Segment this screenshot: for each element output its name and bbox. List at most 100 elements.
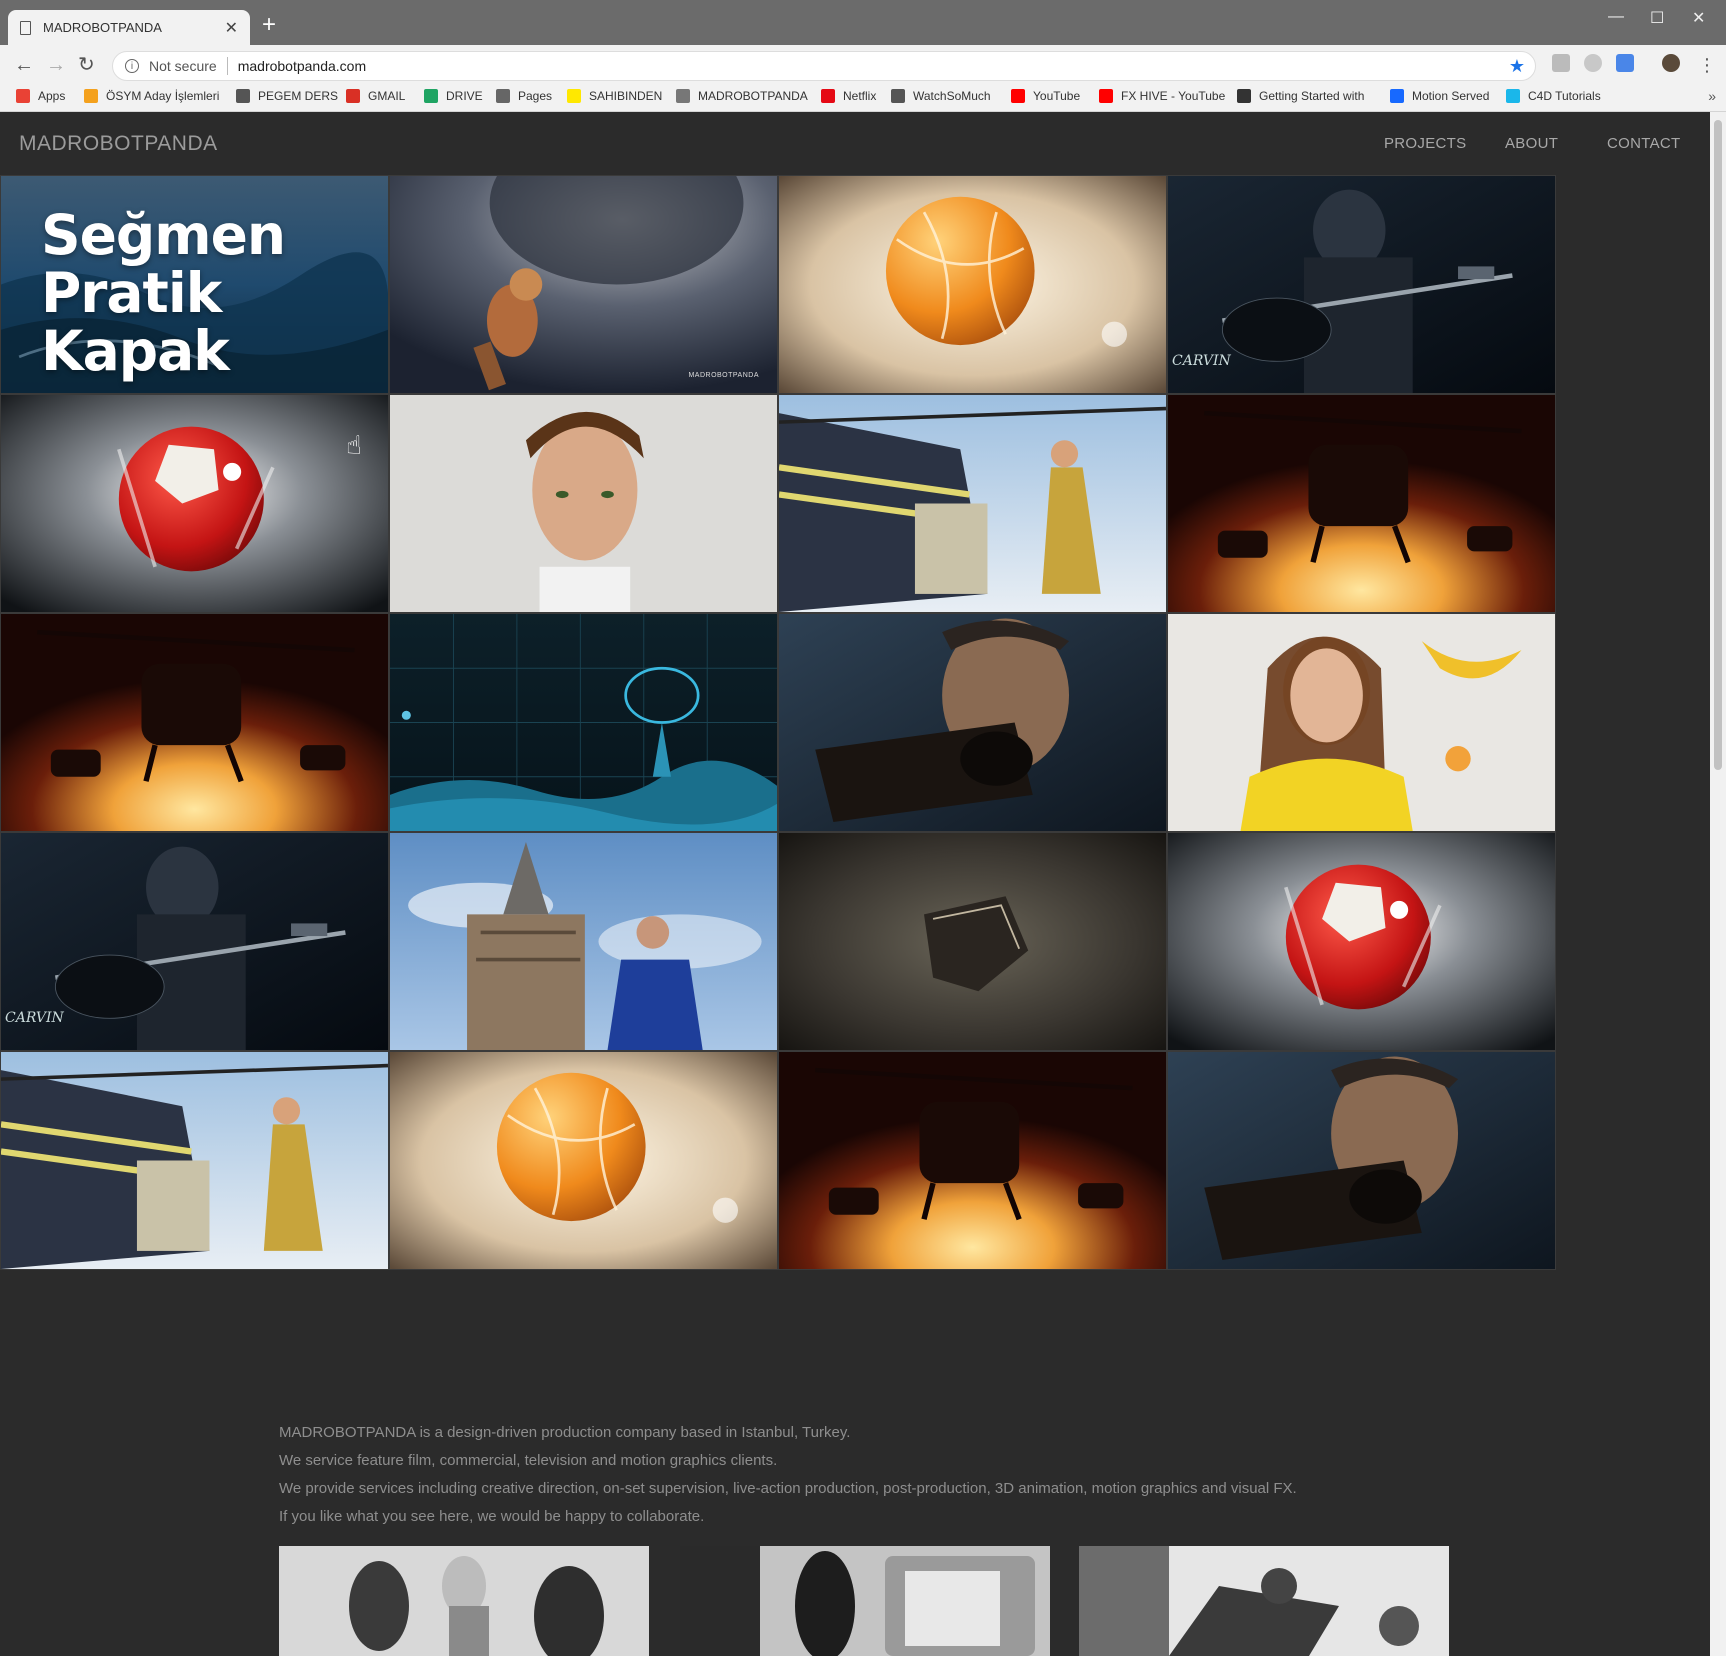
team-photo (680, 1546, 1050, 1656)
drive-icon (424, 89, 438, 103)
page-scrollbar[interactable] (1710, 112, 1726, 1656)
reload-icon[interactable]: ↻ (78, 53, 95, 77)
bookmark-label: Pages (518, 89, 553, 103)
bookmark-item[interactable]: FX HIVE - YouTube (1099, 89, 1225, 103)
bookmark-label: GMAIL (368, 89, 406, 103)
address-bar[interactable]: i Not secure madrobotpanda.com ★ (112, 51, 1536, 81)
address-separator (226, 57, 228, 75)
bookmark-item[interactable]: Getting Started with (1237, 89, 1364, 103)
about-line: MADROBOTPANDA is a design-driven product… (279, 1424, 851, 1441)
minimize-button[interactable]: — (1608, 8, 1624, 26)
bookmark-item[interactable]: Apps (16, 89, 65, 103)
project-tile[interactable]: CARVIN (1167, 175, 1556, 394)
project-thumbnail (779, 833, 1166, 1050)
nav-about[interactable]: ABOUT (1505, 135, 1558, 152)
project-tile[interactable] (389, 613, 778, 832)
about-line: If you like what you see here, we would … (279, 1508, 705, 1525)
project-tile[interactable] (0, 613, 389, 832)
maximize-button[interactable]: ☐ (1650, 8, 1664, 28)
about-line: We provide services including creative d… (279, 1480, 1297, 1497)
nav-projects[interactable]: PROJECTS (1384, 135, 1466, 152)
behance-icon (1390, 89, 1404, 103)
url-text[interactable]: madrobotpanda.com (238, 58, 1509, 74)
extension-icon[interactable] (1552, 54, 1570, 72)
bookmark-label: Getting Started with (1259, 89, 1365, 103)
browser-toolbar: ← → ↻ i Not secure madrobotpanda.com ★ ⋮ (0, 45, 1726, 85)
bookmark-item[interactable]: MADROBOTPANDA (676, 89, 808, 103)
menu-dots-icon[interactable]: ⋮ (1698, 53, 1716, 77)
bookmarks-overflow-icon[interactable]: » (1708, 88, 1716, 104)
bookmark-label: PEGEM DERS (258, 89, 339, 103)
watchsomuch-icon (891, 89, 905, 103)
cloud-icon[interactable] (1584, 54, 1602, 72)
c-icon (1237, 89, 1251, 103)
browser-title-bar: MADROBOTPANDA ✕ + — ☐ ✕ (0, 0, 1726, 45)
project-tile[interactable] (389, 394, 778, 613)
guitar-brand-text: CARVIN (1172, 353, 1231, 369)
bookmark-item[interactable]: WatchSoMuch (891, 89, 991, 103)
project-thumbnail (390, 833, 777, 1050)
project-tile[interactable] (0, 394, 389, 613)
project-tile[interactable] (778, 832, 1167, 1051)
project-thumbnail (1168, 1052, 1555, 1269)
bookmark-star-icon[interactable]: ★ (1509, 56, 1525, 77)
project-thumbnail (390, 614, 777, 831)
avatar[interactable] (1662, 54, 1680, 72)
project-tile[interactable] (1167, 1051, 1556, 1270)
bookmark-item[interactable]: SAHIBINDEN (567, 89, 662, 103)
bookmark-item[interactable]: YouTube (1011, 89, 1080, 103)
apps-grid-icon (16, 89, 30, 103)
sahibinden-icon (567, 89, 581, 103)
about-text: MADROBOTPANDA is a design-driven product… (279, 1423, 1479, 1535)
scrollbar-thumb[interactable] (1714, 120, 1722, 770)
apple-icon (496, 89, 510, 103)
project-tile[interactable]: Seğmen Pratik Kapak (0, 175, 389, 394)
bookmark-label: YouTube (1033, 89, 1081, 103)
info-icon[interactable]: i (125, 59, 139, 73)
project-tile[interactable] (778, 175, 1167, 394)
project-thumbnail (779, 614, 1166, 831)
bookmark-label: Netflix (843, 89, 877, 103)
forward-arrow-icon[interactable]: → (46, 53, 66, 77)
project-tile[interactable] (778, 394, 1167, 613)
project-tile[interactable] (1167, 832, 1556, 1051)
bookmark-item[interactable]: PEGEM DERS (236, 89, 338, 103)
site-logo[interactable]: MADROBOTPANDA (19, 132, 218, 156)
translate-icon[interactable] (1616, 54, 1634, 72)
back-arrow-icon[interactable]: ← (14, 53, 34, 77)
youtube-icon (1099, 89, 1113, 103)
about-line: We service feature film, commercial, tel… (279, 1452, 778, 1469)
bookmark-item[interactable]: Motion Served (1390, 89, 1489, 103)
project-tile[interactable] (0, 1051, 389, 1270)
tab-title: MADROBOTPANDA (43, 20, 162, 35)
bookmark-item[interactable]: DRIVE (424, 89, 483, 103)
bookmark-item[interactable]: Netflix (821, 89, 876, 103)
project-tile[interactable] (389, 832, 778, 1051)
new-tab-button[interactable]: + (262, 13, 276, 37)
bookmark-item[interactable]: GMAIL (346, 89, 405, 103)
page-icon (676, 89, 690, 103)
project-tile[interactable] (1167, 394, 1556, 613)
project-tile[interactable] (1167, 613, 1556, 832)
bookmark-item[interactable]: C4D Tutorials (1506, 89, 1601, 103)
tab-close-icon[interactable]: ✕ (225, 18, 238, 38)
close-window-button[interactable]: ✕ (1692, 8, 1705, 28)
tile-title-line: Pratik (41, 261, 222, 325)
project-thumbnail (1, 1052, 388, 1269)
bookmark-item[interactable]: ÖSYM Aday İşlemleri (84, 89, 219, 103)
bookmark-item[interactable]: Pages (496, 89, 552, 103)
project-tile[interactable] (389, 1051, 778, 1270)
bookmarks-bar: C4D Tutorials Motion Served Getting Starte… (0, 85, 1726, 112)
guitar-brand-text: CARVIN (5, 1010, 64, 1026)
project-tile[interactable] (778, 1051, 1167, 1270)
browser-tab[interactable]: MADROBOTPANDA ✕ (8, 10, 250, 45)
nav-contact[interactable]: CONTACT (1607, 135, 1680, 152)
page-icon (20, 20, 31, 35)
project-thumbnail (1168, 614, 1555, 831)
project-tile[interactable]: CARVIN (0, 832, 389, 1051)
project-thumbnail (390, 1052, 777, 1269)
bookmark-label: Apps (38, 89, 66, 103)
project-tile[interactable]: MADROBOTPANDA (389, 175, 778, 394)
project-tile[interactable] (778, 613, 1167, 832)
tile-title-line: Seğmen (41, 203, 286, 267)
